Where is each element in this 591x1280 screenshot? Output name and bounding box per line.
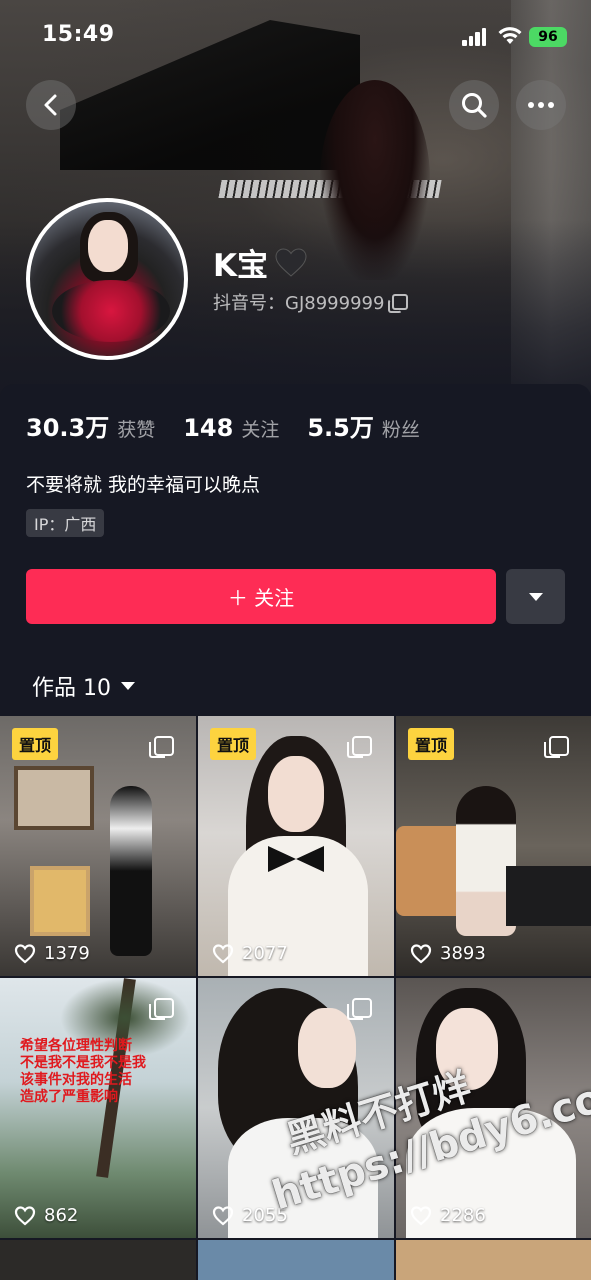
heart-outline-icon xyxy=(14,1205,36,1225)
heart-outline-icon xyxy=(410,943,432,963)
bio: 不要将就 我的幸福可以晚点 xyxy=(26,474,261,496)
battery-indicator: 96 xyxy=(529,27,567,47)
signal-icon xyxy=(462,28,488,46)
pinned-badge: 置顶 xyxy=(210,728,257,760)
follow-button[interactable]: ＋ 关注 xyxy=(26,569,496,624)
video-thumbnail[interactable]: 2286 xyxy=(396,978,591,1238)
like-count-value: 2055 xyxy=(242,1205,288,1226)
multi-image-icon xyxy=(544,736,569,758)
like-count-value: 862 xyxy=(44,1205,79,1226)
stat-followers[interactable]: 5.5万 粉丝 xyxy=(307,408,420,443)
video-thumbnail[interactable]: 置顶 3893 xyxy=(396,716,591,976)
heart-outline-icon xyxy=(212,943,234,963)
caret-down-icon xyxy=(121,682,135,690)
like-count-value: 1379 xyxy=(44,943,90,964)
follow-button-label: ＋ 关注 xyxy=(227,586,295,610)
search-button[interactable] xyxy=(449,80,499,130)
thumbnail-painting xyxy=(30,866,90,936)
thumbnail-face xyxy=(268,756,324,832)
like-count: 3893 xyxy=(410,943,486,964)
avatar-bouquet xyxy=(52,280,170,342)
more-button[interactable] xyxy=(516,80,566,130)
douyin-id[interactable]: 抖音号：GJ8999999 xyxy=(213,289,409,315)
overlay-caption: 希望各位理性判断 不是我不是我不是我 该事件对我的生活 造成了严重影响 xyxy=(20,1038,146,1105)
caret-down-icon xyxy=(528,592,543,601)
thumbnail-face xyxy=(298,1008,356,1088)
status-bar: 15:49 96 xyxy=(0,0,591,70)
heart-outline-icon xyxy=(410,1205,432,1225)
tab-works-label: 作品 10 xyxy=(32,676,111,701)
stat-followers-label: 粉丝 xyxy=(381,419,420,441)
video-thumbnail[interactable] xyxy=(0,1240,196,1280)
multi-image-icon xyxy=(149,736,174,758)
recommend-dropdown-button[interactable] xyxy=(506,569,565,624)
video-thumbnail[interactable] xyxy=(396,1240,591,1280)
multi-image-icon xyxy=(347,998,372,1020)
like-count: 2077 xyxy=(212,943,288,964)
battery-level: 96 xyxy=(538,29,558,45)
avatar[interactable] xyxy=(26,198,188,360)
pinned-badge: 置顶 xyxy=(408,728,455,760)
stat-likes[interactable]: 30.3万 获赞 xyxy=(26,408,155,443)
wifi-icon xyxy=(498,27,522,44)
stat-likes-value: 30.3万 xyxy=(26,414,110,442)
copy-icon[interactable] xyxy=(388,294,409,313)
pinned-badge: 置顶 xyxy=(12,728,59,760)
like-count-value: 3893 xyxy=(440,943,486,964)
avatar-face xyxy=(88,220,128,272)
like-count: 2286 xyxy=(410,1205,486,1226)
multi-image-icon xyxy=(149,998,174,1020)
douyin-id-text: 抖音号：GJ8999999 xyxy=(213,293,385,314)
search-icon xyxy=(462,93,487,118)
video-thumbnail[interactable]: 2055 xyxy=(198,978,394,1238)
black-heart-icon xyxy=(275,247,307,277)
stat-following-value: 148 xyxy=(183,414,234,442)
more-dots-icon xyxy=(528,102,554,108)
stat-following[interactable]: 148 关注 xyxy=(183,414,279,442)
video-thumbnail[interactable] xyxy=(198,1240,394,1280)
stat-following-label: 关注 xyxy=(241,419,280,441)
stat-likes-label: 获赞 xyxy=(117,419,156,441)
nickname-text: K宝 xyxy=(213,248,269,284)
like-count-value: 2077 xyxy=(242,943,288,964)
stat-followers-value: 5.5万 xyxy=(307,414,374,442)
thumbnail-painting xyxy=(14,766,94,830)
video-thumbnail[interactable]: 置顶 1379 xyxy=(0,716,196,976)
tab-works[interactable]: 作品 10 xyxy=(32,670,135,702)
stats-row: 30.3万 获赞 148 关注 5.5万 粉丝 xyxy=(26,408,448,443)
like-count-value: 2286 xyxy=(440,1205,486,1226)
video-thumbnail[interactable]: 置顶 2077 xyxy=(198,716,394,976)
heart-outline-icon xyxy=(212,1205,234,1225)
chevron-left-icon xyxy=(44,94,57,116)
video-thumbnail[interactable]: 希望各位理性判断 不是我不是我不是我 该事件对我的生活 造成了严重影响 862 xyxy=(0,978,196,1238)
like-count: 862 xyxy=(14,1205,78,1226)
thumbnail-person xyxy=(110,786,152,956)
heart-outline-icon xyxy=(14,943,36,963)
multi-image-icon xyxy=(347,736,372,758)
thumbnail-table xyxy=(506,866,591,926)
ip-location-tag: IP：广西 xyxy=(26,509,105,537)
like-count: 1379 xyxy=(14,943,90,964)
thumbnail-face xyxy=(436,1008,498,1090)
nickname: K宝 xyxy=(213,240,308,285)
back-button[interactable] xyxy=(26,80,76,130)
like-count: 2055 xyxy=(212,1205,288,1226)
status-time: 15:49 xyxy=(42,22,115,47)
